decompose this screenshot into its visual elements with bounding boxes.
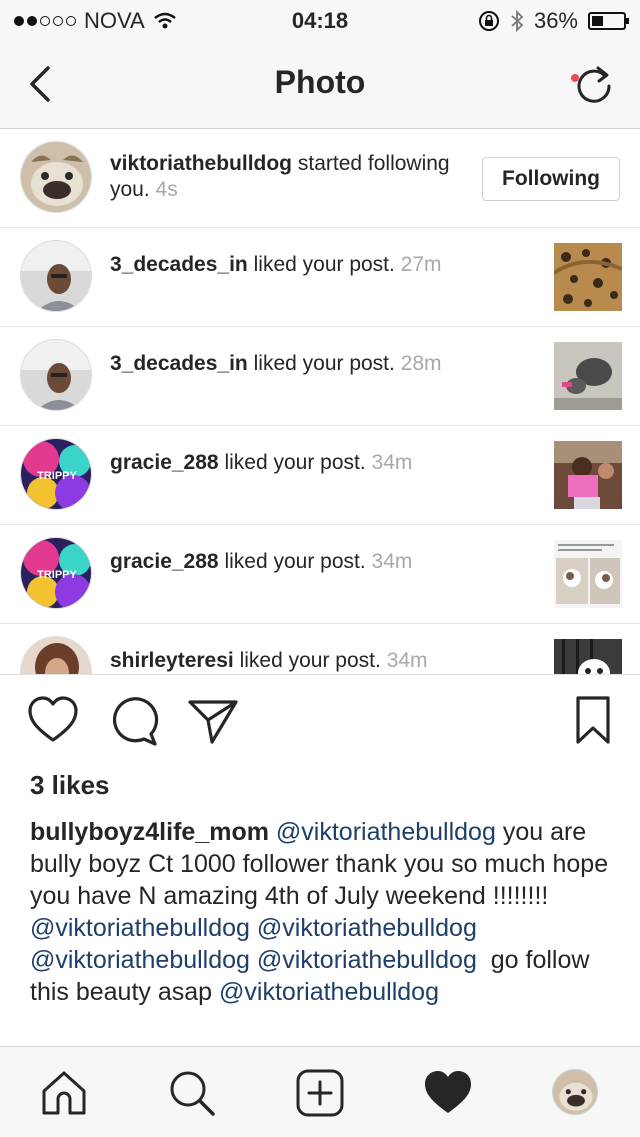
activity-action: liked your post.	[224, 550, 366, 573]
add-post-icon[interactable]	[294, 1067, 346, 1119]
list-item[interactable]: shirleyteresi liked your post. 34m	[0, 624, 640, 674]
activity-time: 28m	[400, 352, 442, 375]
mention-link[interactable]: @viktoriathebulldog	[257, 914, 477, 942]
rotation-lock-icon	[478, 11, 499, 31]
avatar[interactable]	[20, 240, 92, 312]
heart-filled-icon[interactable]	[422, 1067, 474, 1119]
post-thumbnail[interactable]	[554, 342, 622, 410]
list-item[interactable]: TRIPPY gracie_288 liked your post. 34m	[0, 426, 640, 525]
page-title: Photo	[274, 64, 366, 100]
activity-time: 34m	[371, 550, 413, 573]
status-bar: NOVA 04:18 36%	[0, 0, 640, 40]
post-thumbnail[interactable]	[554, 441, 622, 509]
activity-action: liked your post.	[253, 253, 395, 276]
mention-link[interactable]: @viktoriathebulldog	[30, 914, 250, 942]
bluetooth-icon	[511, 10, 524, 32]
status-right: 36%	[478, 8, 629, 34]
activity-text: shirleyteresi liked your post. 34m	[110, 648, 500, 674]
profile-tab-avatar[interactable]	[552, 1069, 598, 1115]
caption-username[interactable]: bullyboyz4life_mom	[30, 818, 269, 846]
refresh-icon[interactable]	[572, 62, 616, 106]
mention-link[interactable]: @viktoriathebulldog	[257, 946, 477, 974]
activity-text: gracie_288 liked your post. 34m	[110, 450, 500, 476]
activity-text: 3_decades_in liked your post. 28m	[110, 351, 500, 377]
avatar[interactable]: TRIPPY	[20, 438, 92, 510]
activity-action: liked your post.	[239, 649, 381, 672]
activity-text: gracie_288 liked your post. 34m	[110, 549, 500, 575]
list-item[interactable]: 3_decades_in liked your post. 27m	[0, 228, 640, 327]
battery-icon	[588, 12, 629, 30]
username[interactable]: gracie_288	[110, 550, 219, 573]
notification-dot	[571, 74, 579, 82]
avatar[interactable]	[20, 141, 92, 213]
activity-time: 34m	[371, 451, 413, 474]
home-icon[interactable]	[38, 1067, 90, 1119]
avatar-badge-text: TRIPPY	[37, 470, 77, 482]
avatar-badge-text: TRIPPY	[37, 569, 77, 581]
likes-count[interactable]: 3 likes	[30, 770, 110, 801]
post-thumbnail[interactable]	[554, 243, 622, 311]
activity-list[interactable]: viktoriathebulldog started following you…	[0, 129, 640, 674]
mention-link[interactable]: @viktoriathebulldog	[30, 946, 250, 974]
heart-outline-icon[interactable]	[26, 694, 80, 748]
mention-link[interactable]: @viktoriathebulldog	[219, 978, 439, 1006]
comment-icon[interactable]	[106, 694, 160, 748]
post-caption: bullyboyz4life_mom @viktoriathebulldog y…	[30, 816, 610, 1042]
search-icon[interactable]	[166, 1067, 218, 1119]
tab-bar	[0, 1046, 640, 1137]
list-item[interactable]: viktoriathebulldog started following you…	[0, 129, 640, 228]
username[interactable]: 3_decades_in	[110, 253, 248, 276]
battery-percent: 36%	[533, 8, 578, 33]
avatar[interactable]	[20, 636, 92, 674]
username[interactable]: gracie_288	[110, 451, 219, 474]
bookmark-icon[interactable]	[566, 694, 620, 748]
post-thumbnail[interactable]	[554, 639, 622, 674]
activity-time: 4s	[155, 178, 178, 201]
activity-text: viktoriathebulldog started following you…	[110, 151, 480, 203]
following-button[interactable]: Following	[482, 157, 620, 201]
send-icon[interactable]	[186, 694, 240, 748]
avatar[interactable]	[20, 339, 92, 411]
divider	[0, 674, 640, 675]
activity-action: liked your post.	[224, 451, 366, 474]
activity-time: 27m	[400, 253, 442, 276]
post-thumbnail[interactable]	[554, 540, 622, 608]
username[interactable]: shirleyteresi	[110, 649, 234, 672]
post-actions	[0, 694, 640, 754]
username[interactable]: viktoriathebulldog	[110, 152, 292, 175]
list-item[interactable]: 3_decades_in liked your post. 28m	[0, 327, 640, 426]
nav-header: Photo	[0, 40, 640, 129]
avatar[interactable]: TRIPPY	[20, 537, 92, 609]
activity-text: 3_decades_in liked your post. 27m	[110, 252, 500, 278]
username[interactable]: 3_decades_in	[110, 352, 248, 375]
mention-link[interactable]: @viktoriathebulldog	[276, 818, 496, 846]
activity-time: 34m	[386, 649, 428, 672]
list-item[interactable]: TRIPPY gracie_288 liked your post. 34m	[0, 525, 640, 624]
activity-action: liked your post.	[253, 352, 395, 375]
